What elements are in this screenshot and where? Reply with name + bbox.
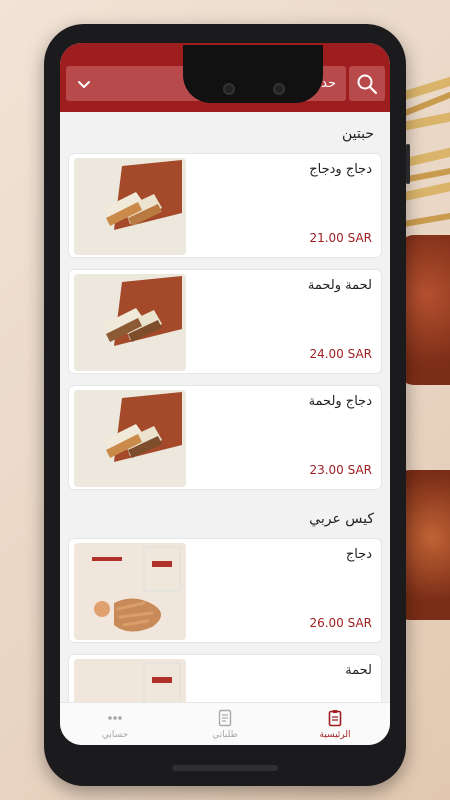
- item-price: 23.00 SAR: [309, 463, 372, 477]
- menu-item-card[interactable]: دجاج 26.00 SAR: [68, 538, 382, 643]
- item-name: دجاج ولحمة: [308, 394, 372, 409]
- item-name: دجاج ودجاج: [309, 162, 372, 177]
- nav-orders[interactable]: طلباتي: [170, 703, 280, 745]
- item-image: [74, 274, 186, 371]
- menu-list[interactable]: حبتين دجاج ودجاج 21.00 SAR لحمة ولحمة 24…: [60, 112, 390, 702]
- item-price: 24.00 SAR: [309, 347, 372, 361]
- menu-item-card[interactable]: دجاج ولحمة 23.00 SAR: [68, 385, 382, 490]
- nav-orders-label: طلباتي: [212, 729, 238, 740]
- phone-bottom-speaker: [172, 765, 278, 771]
- search-icon: [357, 74, 378, 94]
- section-title: حبتين: [342, 126, 374, 142]
- phone-frame: حدد نوع الطلب حبتين: [44, 24, 410, 786]
- menu-item-card[interactable]: لحمة: [68, 654, 382, 702]
- item-price: 21.00 SAR: [309, 231, 372, 245]
- app-screen: حدد نوع الطلب حبتين: [60, 43, 390, 745]
- item-price: 26.00 SAR: [309, 616, 372, 630]
- item-image: [74, 543, 186, 640]
- item-name: دجاج: [345, 547, 372, 562]
- item-image: [74, 659, 186, 702]
- bottom-navigation: حسابي طلباتي الرئيسية: [60, 702, 390, 745]
- nav-account[interactable]: حسابي: [60, 703, 170, 745]
- item-name: لحمة: [345, 663, 372, 678]
- front-camera: [223, 83, 235, 95]
- more-dots-icon: [108, 715, 122, 720]
- nav-account-label: حسابي: [101, 729, 129, 740]
- search-button[interactable]: [349, 66, 385, 101]
- menu-item-card[interactable]: دجاج ودجاج 21.00 SAR: [68, 153, 382, 258]
- item-image: [74, 158, 186, 255]
- camera-notch: [183, 45, 323, 103]
- orders-document-icon: [218, 709, 232, 726]
- chevron-down-icon: [78, 80, 90, 88]
- item-image: [74, 390, 186, 487]
- menu-item-card[interactable]: لحمة ولحمة 24.00 SAR: [68, 269, 382, 374]
- section-title: كيس عربي: [309, 511, 374, 527]
- nav-home-label: الرئيسية: [319, 729, 351, 740]
- nav-home[interactable]: الرئيسية: [280, 703, 390, 745]
- item-name: لحمة ولحمة: [307, 278, 372, 293]
- front-sensor: [273, 83, 285, 95]
- menu-clipboard-icon: [328, 709, 342, 726]
- phone-side-button: [406, 144, 410, 184]
